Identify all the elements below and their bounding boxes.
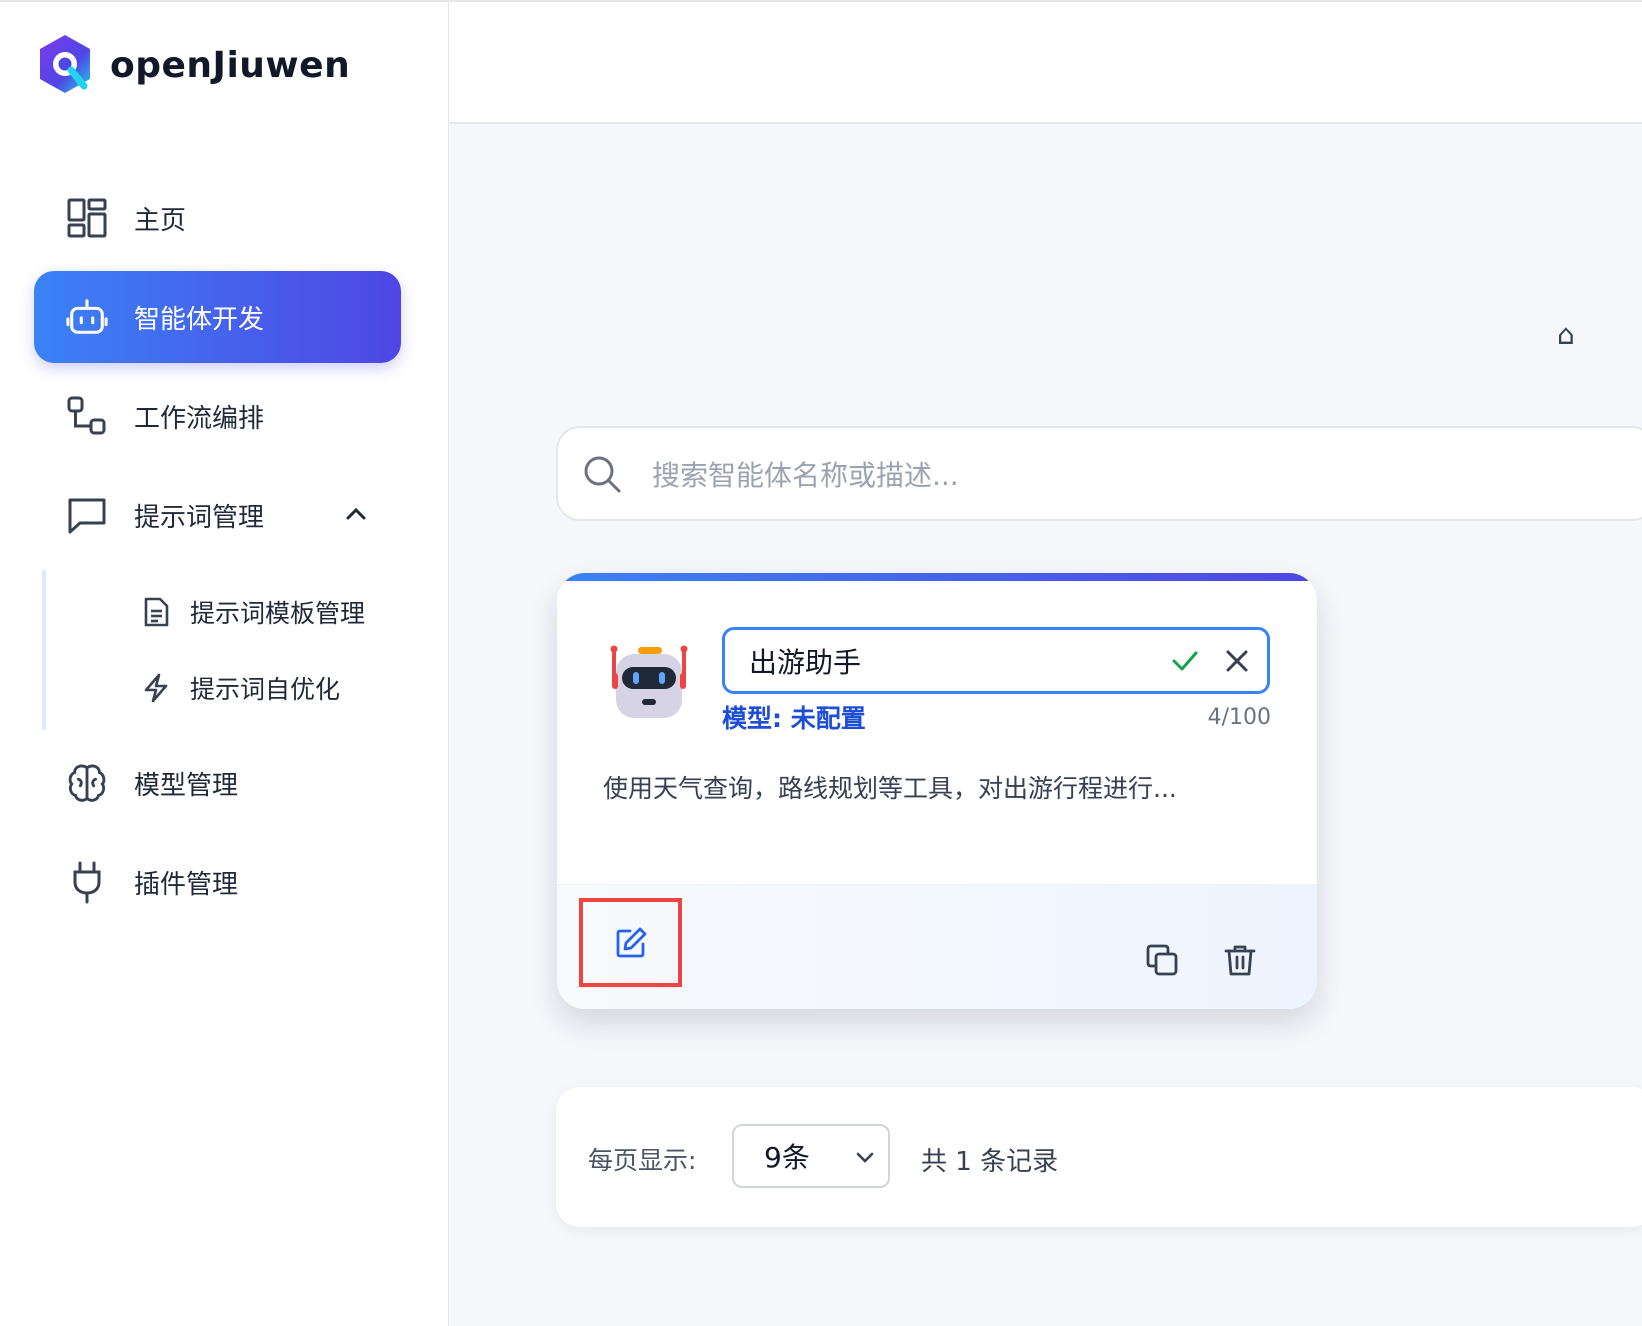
close-icon[interactable] (1223, 647, 1251, 675)
chevron-up-icon[interactable] (343, 501, 369, 527)
card-footer (557, 884, 1317, 1009)
nav-label-prompt-optimize: 提示词自优化 (190, 675, 341, 704)
sidebar: openJiuwen 主页 智能体开发 工作流编排 提示词管理 提示词模板管理 … (0, 0, 449, 1326)
agent-name-value: 出游助手 (749, 645, 862, 679)
agent-card[interactable]: 出游助手 模型: 未配置 4/100 使用天气查询，路线规划等工具，对出游行程进… (557, 573, 1317, 1009)
nav-label-workflow: 工作流编排 (134, 403, 265, 434)
per-page-label: 每页显示: (588, 1146, 697, 1175)
submenu-rail (42, 570, 46, 730)
per-page-value: 9条 (764, 1141, 810, 1174)
nav-label-agent-dev: 智能体开发 (134, 304, 265, 335)
workflow-icon (66, 395, 108, 437)
agent-name-input[interactable]: 出游助手 (722, 627, 1270, 694)
nav-label-model-mgmt: 模型管理 (134, 770, 239, 801)
brand-name: openJiuwen (110, 44, 351, 86)
model-status: 模型: 未配置 (722, 704, 866, 733)
brand-logo[interactable]: openJiuwen (34, 32, 350, 98)
dashboard-icon (66, 197, 108, 239)
nav-label-home: 主页 (134, 205, 187, 236)
nav-label-prompt-mgmt: 提示词管理 (134, 502, 265, 533)
home-icon-cropped[interactable]: ⌂ (1557, 318, 1575, 351)
nav-item-workflow[interactable]: 工作流编排 (34, 370, 401, 462)
top-bar (449, 0, 1642, 124)
edit-icon (616, 927, 646, 957)
nav-item-prompt-mgmt[interactable]: 提示词管理 (34, 469, 401, 561)
robot-icon (66, 296, 108, 338)
pagination-bar: 每页显示: 9条 共 1 条记录 (556, 1087, 1642, 1227)
per-page-select[interactable]: 9条 (732, 1124, 890, 1188)
robot-avatar-icon (610, 645, 688, 718)
logo-icon (40, 35, 90, 93)
plug-icon (66, 861, 108, 904)
search-icon (584, 456, 621, 492)
check-icon[interactable] (1169, 645, 1201, 677)
search-input[interactable]: 搜索智能体名称或描述... (652, 454, 959, 494)
chat-icon (66, 494, 108, 536)
trash-icon[interactable] (1223, 943, 1257, 977)
nav-item-agent-dev[interactable]: 智能体开发 (34, 271, 401, 363)
agent-description: 使用天气查询，路线规划等工具，对出游行程进行... (603, 774, 1177, 803)
nav-item-prompt-optimize[interactable]: 提示词自优化 (140, 658, 340, 718)
search-bar[interactable]: 搜索智能体名称或描述... (556, 426, 1642, 521)
nav-item-prompt-template[interactable]: 提示词模板管理 (140, 582, 365, 642)
nav-item-plugin-mgmt[interactable]: 插件管理 (34, 836, 401, 928)
nav-item-model-mgmt[interactable]: 模型管理 (34, 737, 401, 829)
copy-icon[interactable] (1145, 943, 1179, 977)
char-counter: 4/100 (1207, 705, 1271, 730)
nav-item-home[interactable]: 主页 (34, 172, 401, 264)
nav-label-plugin-mgmt: 插件管理 (134, 869, 239, 900)
total-records: 共 1 条记录 (921, 1147, 1059, 1177)
edit-button[interactable] (579, 898, 682, 987)
brain-icon (66, 762, 108, 804)
chevron-down-icon (856, 1152, 874, 1163)
nav-label-prompt-template: 提示词模板管理 (190, 599, 366, 628)
document-icon (140, 596, 172, 628)
lightning-icon (140, 672, 172, 704)
card-accent-bar (557, 573, 1317, 581)
